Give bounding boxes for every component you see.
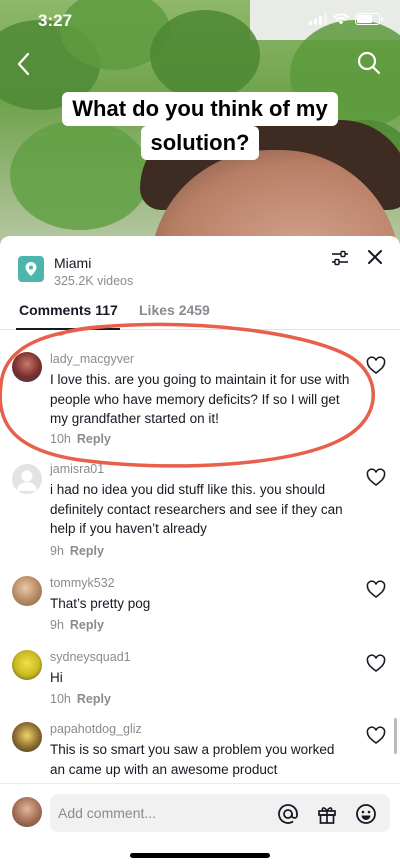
comment-time: 9h [50,544,64,558]
status-time: 3:27 [38,11,73,30]
avatar[interactable] [12,464,42,494]
home-indicator [130,853,270,858]
comments-sheet: Miami 325.2K videos Comments 117 Likes 2… [0,236,400,866]
comment-box[interactable] [50,794,390,832]
comment-text: i had no idea you did stuff like this. y… [50,482,343,536]
avatar[interactable] [12,722,42,752]
heart-icon[interactable] [366,580,386,600]
comment-item: lady_macgyver I love this. are you going… [0,344,400,454]
comment-meta: 10h Reply [50,692,111,706]
comment-item: tommyk532 That’s pretty pog 9h Reply [0,572,400,642]
comment-username[interactable]: sydneysquad1 [50,650,131,664]
heart-icon[interactable] [366,356,386,376]
comment-item: papahotdog_gliz This is so smart you saw… [0,720,400,782]
avatar[interactable] [12,352,42,382]
comment-input[interactable] [58,803,258,823]
tab-likes[interactable]: Likes 2459 [139,302,210,318]
location-title: Miami [54,255,92,271]
comment-time: 9h [50,618,64,632]
reply-button[interactable]: Reply [77,432,111,446]
comment-text: I love this. are you going to maintain i… [50,372,350,426]
cellular-signal-icon [309,13,327,25]
comment-text: This is so smart you saw a problem you w… [50,742,335,777]
scrollbar-thumb[interactable] [394,718,397,754]
location-row[interactable]: Miami 325.2K videos [18,254,133,290]
back-icon[interactable] [12,50,36,78]
comment-time: 10h [50,432,71,446]
comment-text: Hi [50,670,63,685]
location-subtitle: 325.2K videos [54,274,134,288]
heart-icon[interactable] [366,654,386,674]
search-icon[interactable] [356,50,382,76]
comment-item: jamisra01 i had no idea you did stuff li… [0,460,400,570]
caption-line-1: What do you think of my [62,92,338,126]
close-icon[interactable] [366,248,384,266]
avatar[interactable] [12,576,42,606]
at-icon[interactable] [277,803,299,825]
comment-username[interactable]: jamisra01 [50,462,104,476]
avatar[interactable] [12,650,42,680]
location-pin-icon [18,256,44,282]
comment-username[interactable]: lady_macgyver [50,352,134,366]
emoji-icon[interactable] [355,803,377,825]
comment-username[interactable]: tommyk532 [50,576,115,590]
wifi-icon [333,13,349,25]
tab-active-indicator [16,328,120,330]
heart-icon[interactable] [366,468,386,488]
video-caption: What do you think of my solution? [0,92,400,160]
comment-text: That’s pretty pog [50,596,151,611]
caption-line-2: solution? [140,126,260,160]
filter-icon[interactable] [330,248,350,268]
comment-meta: 9h Reply [50,544,104,558]
tab-comments[interactable]: Comments 117 [19,302,118,318]
avatar[interactable] [12,797,42,827]
comment-meta: 10h Reply [50,432,111,446]
gift-icon[interactable] [316,803,338,825]
status-bar: 3:27 [0,0,400,44]
comment-time: 10h [50,692,71,706]
comment-meta: 9h Reply [50,618,104,632]
reply-button[interactable]: Reply [70,544,104,558]
battery-icon [355,13,383,25]
comment-item: sydneysquad1 Hi 10h Reply [0,646,400,716]
comment-username[interactable]: papahotdog_gliz [50,722,142,736]
heart-icon[interactable] [366,726,386,746]
comment-input-bar [0,783,400,843]
reply-button[interactable]: Reply [70,618,104,632]
comment-tabs: Comments 117 Likes 2459 [0,296,400,330]
reply-button[interactable]: Reply [77,692,111,706]
